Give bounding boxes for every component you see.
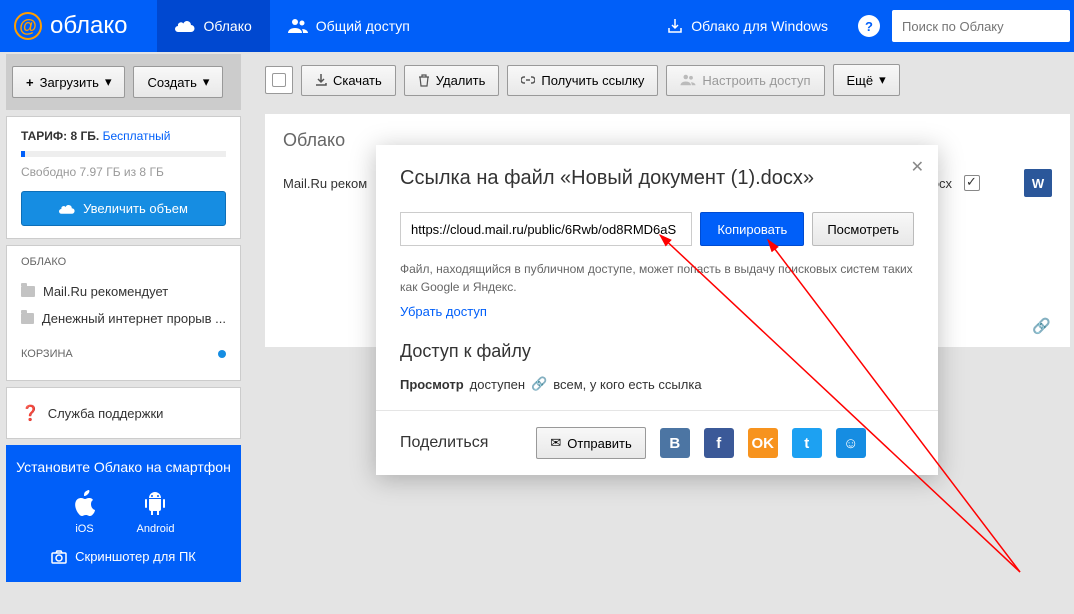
view-button[interactable]: Посмотреть — [812, 212, 914, 246]
tariff-bar — [21, 151, 226, 157]
android-link[interactable]: Android — [137, 489, 175, 535]
link-small-icon: 🔗 — [531, 376, 547, 392]
sidebar-item-money[interactable]: Денежный интернет прорыв ... — [21, 305, 226, 332]
logo-at-icon: @ — [14, 12, 42, 40]
download-box-icon — [667, 18, 683, 34]
tab-shared[interactable]: Общий доступ — [270, 0, 428, 52]
moimir-icon[interactable]: ☺ — [836, 428, 866, 458]
tariff-label: ТАРИФ: 8 ГБ. — [21, 129, 99, 143]
increase-button[interactable]: Увеличить объем — [21, 191, 226, 226]
tariff-free: Свободно 7.97 ГБ из 8 ГБ — [21, 165, 226, 179]
close-icon[interactable]: ✕ — [911, 157, 924, 177]
help-icon[interactable]: ? — [858, 15, 880, 37]
configure-button[interactable]: Настроить доступ — [666, 65, 824, 96]
cloud-icon — [59, 203, 75, 215]
modal-title: Ссылка на файл «Новый документ (1).docx» — [400, 167, 914, 190]
sidebar-item-recommend[interactable]: Mail.Ru рекомендует — [21, 278, 226, 305]
copy-button[interactable]: Копировать — [700, 212, 804, 246]
camera-icon — [51, 550, 67, 564]
delete-button[interactable]: Удалить — [404, 65, 500, 96]
promo-heading: Установите Облако на смартфон — [16, 459, 231, 475]
create-button[interactable]: Создать▾ — [133, 66, 223, 98]
send-button[interactable]: ✉Отправить — [536, 427, 645, 459]
cloud-icon — [175, 19, 195, 33]
tariff-plan-link[interactable]: Бесплатный — [103, 129, 171, 143]
ok-icon[interactable]: OK — [748, 428, 778, 458]
remove-access-link[interactable]: Убрать доступ — [400, 304, 487, 319]
access-mode: Просмотр — [400, 377, 464, 392]
people-icon — [288, 18, 308, 34]
access-heading: Доступ к файлу — [400, 341, 914, 362]
link-icon — [521, 74, 535, 86]
people-icon — [680, 74, 696, 86]
support-link[interactable]: ❓Служба поддержки — [21, 398, 226, 428]
trash-icon — [418, 74, 430, 87]
more-button[interactable]: Ещё▾ — [833, 64, 900, 96]
trash-section-h[interactable]: КОРЗИНА — [21, 348, 226, 360]
tab-cloud[interactable]: Облако — [157, 0, 269, 52]
modal-note: Файл, находящийся в публичном доступе, м… — [400, 260, 914, 296]
dot-icon — [218, 350, 226, 358]
logo-text: облако — [50, 12, 127, 40]
link-indicator-icon: 🔗 — [1032, 317, 1046, 331]
windows-link[interactable]: Облако для Windows — [649, 0, 846, 52]
folder-icon — [21, 286, 35, 297]
file1-label[interactable]: Mail.Ru реком — [283, 176, 367, 191]
upload-button[interactable]: +Загрузить▾ — [12, 66, 125, 98]
ios-link[interactable]: iOS — [73, 489, 97, 535]
apple-icon — [73, 489, 97, 517]
logo[interactable]: @ облако — [0, 12, 157, 40]
share-modal: ✕ Ссылка на файл «Новый документ (1).doc… — [376, 145, 938, 475]
share-label: Поделиться — [400, 434, 488, 452]
cloud-section-h: ОБЛАКО — [21, 256, 226, 268]
search-input[interactable] — [892, 10, 1070, 42]
facebook-icon[interactable]: f — [704, 428, 734, 458]
folder-icon — [21, 313, 34, 324]
get-link-button[interactable]: Получить ссылку — [507, 65, 658, 96]
vk-icon[interactable]: B — [660, 428, 690, 458]
question-icon: ❓ — [21, 404, 40, 422]
share-url-input[interactable] — [400, 212, 692, 246]
select-all-checkbox[interactable] — [265, 66, 293, 94]
word-icon: W — [1024, 169, 1052, 197]
twitter-icon[interactable]: t — [792, 428, 822, 458]
download-icon — [315, 74, 327, 86]
file-checkbox[interactable] — [964, 175, 980, 191]
android-icon — [143, 489, 167, 517]
download-button[interactable]: Скачать — [301, 65, 396, 96]
screenshoter-link[interactable]: Скриншотер для ПК — [16, 549, 231, 564]
